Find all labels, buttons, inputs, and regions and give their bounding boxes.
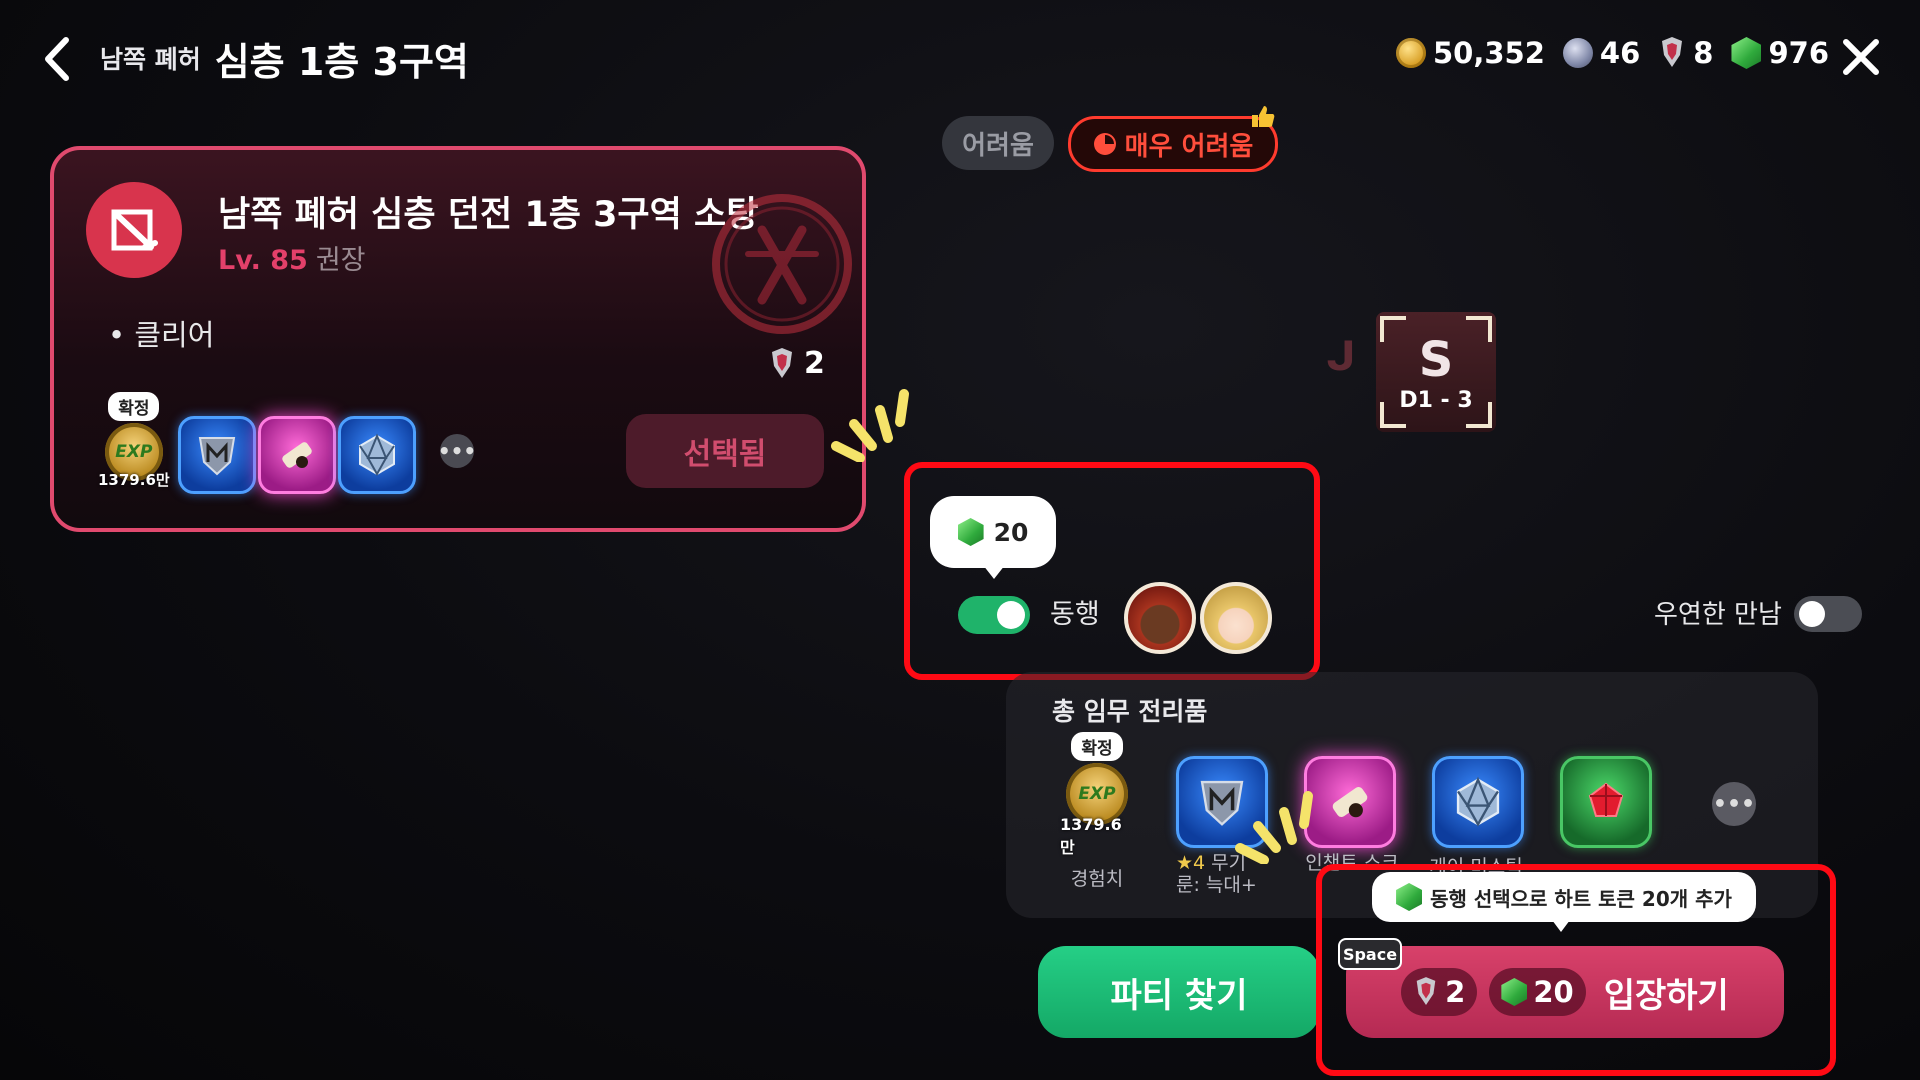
orb-amount: 46 — [1599, 36, 1641, 70]
gold-coin-icon — [1396, 38, 1426, 68]
toggle-knob — [1799, 601, 1825, 627]
close-button[interactable] — [1836, 32, 1886, 82]
map-tile-label: D1 - 3 — [1399, 388, 1473, 413]
enter-heart-cost: 20 — [1489, 968, 1586, 1016]
encounter-toggle[interactable] — [1794, 596, 1862, 632]
close-icon — [1843, 39, 1879, 75]
companion-highlight-frame — [904, 462, 1320, 680]
exp-amount: 1379.6만 — [98, 471, 170, 489]
locked-marker-icon: ᒍ — [1326, 334, 1356, 380]
heart-token-amount: 976 — [1768, 36, 1830, 70]
companion-cost-bubble: 20 — [930, 496, 1056, 568]
companion-cost: 20 — [993, 517, 1029, 547]
page-title: 남쪽 폐허 심층 1층 3구역 — [100, 28, 469, 88]
dungeon-key-icon — [772, 347, 792, 378]
difficulty-very-hard-button[interactable]: 매우 어려움 — [1068, 116, 1278, 172]
sword-emblem-icon — [712, 194, 852, 334]
scroll-icon — [282, 442, 312, 468]
panel-reward-ruby[interactable] — [1560, 756, 1652, 848]
dungeon-key-icon — [1662, 37, 1683, 67]
selected-button[interactable]: 선택됨 — [626, 414, 824, 488]
back-button[interactable] — [38, 34, 78, 84]
sparkle-pointer-icon — [1235, 791, 1313, 864]
silver-orb-icon — [1562, 38, 1593, 68]
tooltip-tail — [1552, 920, 1570, 932]
space-shortcut-badge: Space — [1338, 938, 1402, 970]
gold-currency: 50,352 — [1396, 36, 1545, 70]
chevron-left-icon — [45, 37, 69, 81]
rune-shield-caption-b: 룬: 늑대+ — [1176, 874, 1257, 896]
d20-dice-icon — [359, 433, 395, 477]
enter-heart-cost-value: 20 — [1533, 975, 1574, 1009]
bullet-dot: • — [108, 318, 135, 352]
companion-avatar-2[interactable] — [1200, 582, 1272, 654]
enter-key-cost: 2 — [1401, 968, 1478, 1016]
quest-objective-text: 클리어 — [134, 318, 215, 352]
enter-label: 입장하기 — [1603, 975, 1729, 1016]
more-rewards-button[interactable]: ••• — [438, 434, 476, 468]
exp-caption: 경험치 — [1070, 868, 1124, 890]
key-amount: 8 — [1693, 36, 1714, 70]
page-title-text: 심층 1층 3구역 — [214, 39, 469, 84]
enter-button[interactable]: 2 20 입장하기 — [1346, 946, 1784, 1038]
fixed-tag: 확정 — [108, 392, 160, 421]
difficulty-hard-button[interactable]: 어려움 — [942, 116, 1054, 170]
encounter-label: 우연한 만남 — [1654, 600, 1782, 630]
enter-key-cost-value: 2 — [1445, 975, 1466, 1009]
quest-objective: • 클리어 — [108, 312, 214, 354]
find-party-button[interactable]: 파티 찾기 — [1038, 946, 1320, 1038]
exp-amount: 1379.6만 — [1060, 815, 1122, 857]
heart-token-icon — [1501, 978, 1528, 1006]
quest-key-cost-value: 2 — [804, 346, 825, 381]
star-grade: ★4 — [1176, 852, 1206, 874]
panel-exp-reward[interactable]: 확정 EXP 1379.6만 — [1060, 732, 1134, 858]
sparkle-pointer-icon — [831, 389, 909, 462]
scroll-icon — [1332, 787, 1368, 818]
panel-reward-dice[interactable] — [1432, 756, 1524, 848]
heart-token-icon — [957, 518, 984, 546]
card-reward-dice[interactable] — [338, 416, 416, 494]
heart-token-icon — [1731, 37, 1762, 69]
page-subtitle: 남쪽 폐허 — [100, 45, 201, 74]
heart-token-icon — [1396, 883, 1423, 911]
gold-amount: 50,352 — [1433, 36, 1545, 70]
ruby-gem-icon — [1588, 782, 1624, 817]
card-reward-scroll[interactable] — [258, 416, 336, 494]
fixed-tag: 확정 — [1071, 732, 1123, 761]
quest-title: 남쪽 폐허 심층 던전 1층 3구역 소탕 — [218, 195, 759, 235]
key-currency: 8 — [1658, 36, 1713, 70]
orb-currency: 46 — [1562, 36, 1641, 70]
card-reward-rune-shield[interactable] — [178, 416, 256, 494]
difficulty-very-hard-label: 매우 어려움 — [1124, 131, 1254, 162]
total-rewards-title: 총 임무 전리품 — [1052, 697, 1208, 726]
quest-key-cost: 2 — [768, 346, 825, 381]
dungeon-key-icon — [1416, 977, 1436, 1005]
bubble-tail — [983, 565, 1005, 579]
currency-bar: 50,352 46 8 976 — [1396, 36, 1829, 70]
card-exp-reward[interactable]: 확정 EXP 1379.6만 — [98, 392, 170, 490]
companion-avatar-1[interactable] — [1124, 582, 1196, 654]
crossed-swords-icon — [111, 209, 158, 251]
heart-token-currency: 976 — [1731, 36, 1829, 70]
quest-level: Lv. 85 권장 — [218, 238, 366, 277]
recommended-level: Lv. 85 — [218, 245, 308, 276]
rune-shield-icon — [198, 437, 236, 476]
quest-type-badge — [86, 182, 182, 278]
recommended-label: 권장 — [315, 245, 366, 276]
d20-dice-icon — [1456, 776, 1500, 827]
more-rewards-button[interactable]: ••• — [1712, 782, 1756, 826]
companion-bonus-tooltip: 동행 선택으로 하트 토큰 20개 추가 — [1372, 872, 1756, 922]
clock-icon — [1093, 133, 1116, 155]
toggle-knob — [997, 601, 1025, 629]
thumbs-up-icon — [1252, 106, 1275, 127]
companion-toggle[interactable] — [958, 596, 1030, 634]
map-tile-glyph: S — [1418, 332, 1454, 388]
companion-bonus-text: 동행 선택으로 하트 토큰 20개 추가 — [1430, 886, 1732, 911]
companion-label: 동행 — [1050, 599, 1100, 630]
